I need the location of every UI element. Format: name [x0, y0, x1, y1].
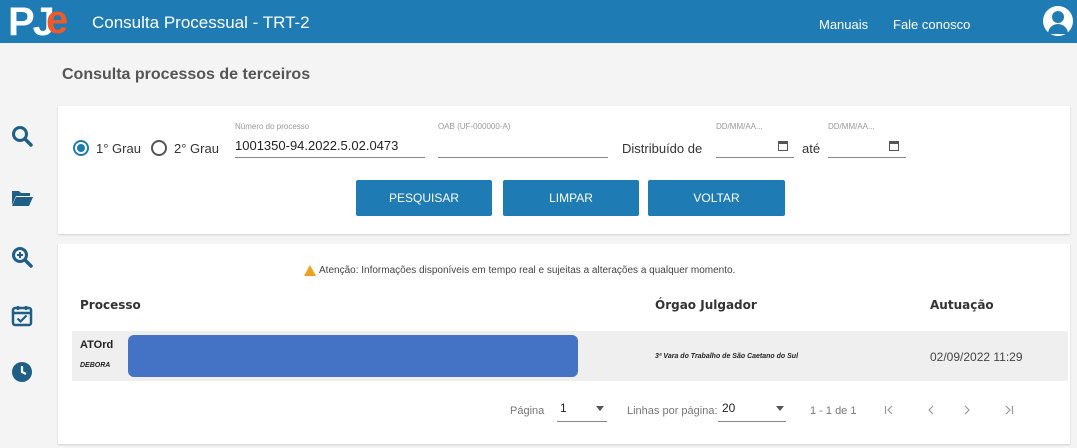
- date-from-input[interactable]: [716, 157, 794, 158]
- oab-input[interactable]: [438, 157, 608, 158]
- pesquisar-button[interactable]: PESQUISAR: [356, 180, 492, 216]
- page-select[interactable]: 1: [560, 401, 567, 415]
- warning-icon: [304, 265, 316, 276]
- ate-label: até: [802, 141, 821, 156]
- top-bar: PJ e Consulta Processual - TRT-2 Manuais…: [0, 0, 1077, 44]
- calendar-icon[interactable]: [778, 141, 788, 151]
- rows-per-page-select[interactable]: 20: [722, 401, 735, 415]
- user-avatar-icon[interactable]: [1043, 6, 1073, 36]
- date-to-caption: DD/MM/AA...: [828, 122, 875, 131]
- page-select-underline: [557, 421, 607, 422]
- pje-logo[interactable]: PJ e: [8, 0, 70, 44]
- row-autuacao: 02/09/2022 11:29: [930, 350, 1023, 364]
- limpar-button[interactable]: LIMPAR: [503, 180, 639, 216]
- column-header-autuacao[interactable]: Autuação: [930, 298, 994, 312]
- row-orgao-julgador: 3ª Vara do Trabalho de São Caetano do Su…: [655, 353, 799, 360]
- radio-1-grau-label[interactable]: 1° Grau: [96, 141, 141, 156]
- column-header-processo[interactable]: Processo: [80, 298, 141, 312]
- radio-2-grau[interactable]: [151, 140, 167, 156]
- processo-field-caption: Número do processo: [235, 122, 310, 131]
- processo-number-input[interactable]: 1001350-94.2022.5.02.0473: [235, 138, 398, 153]
- app-title: Consulta Processual - TRT-2: [92, 13, 310, 32]
- folder-open-icon[interactable]: [10, 186, 34, 210]
- radio-2-grau-label[interactable]: 2° Grau: [174, 141, 219, 156]
- calendar-icon[interactable]: [889, 141, 899, 151]
- page-label: Página: [510, 405, 545, 417]
- page-title: Consulta processos de terceiros: [62, 66, 311, 83]
- search-icon[interactable]: [10, 124, 34, 148]
- row-classe[interactable]: ATOrd: [80, 339, 113, 351]
- link-manuais[interactable]: Manuais: [819, 17, 868, 32]
- chevron-down-icon[interactable]: [596, 406, 604, 411]
- previous-page-icon[interactable]: [926, 405, 936, 415]
- pagination-range: 1 - 1 de 1: [810, 405, 857, 417]
- processo-field-underline: [235, 157, 425, 158]
- zoom-in-icon[interactable]: [10, 245, 34, 269]
- calendar-check-icon[interactable]: [10, 304, 34, 328]
- last-page-icon[interactable]: [1004, 405, 1014, 415]
- column-header-orgao-julgador[interactable]: Órgao Julgador: [655, 298, 757, 312]
- date-from-caption: DD/MM/AA...: [716, 122, 763, 131]
- rows-per-page-label: Linhas por página:: [627, 405, 718, 417]
- radio-1-grau[interactable]: [73, 140, 89, 156]
- voltar-button[interactable]: VOLTAR: [648, 180, 785, 216]
- row-parte: DEBORA: [80, 362, 111, 369]
- next-page-icon[interactable]: [962, 405, 972, 415]
- first-page-icon[interactable]: [884, 405, 894, 415]
- redaction-box: [128, 335, 578, 377]
- oab-field-caption: OAB (UF-000000-A): [438, 122, 511, 131]
- clock-icon[interactable]: [10, 360, 34, 384]
- logo-text-e: e: [46, 0, 69, 42]
- link-fale-conosco[interactable]: Fale conosco: [893, 17, 970, 32]
- distribuido-de-label: Distribuído de: [622, 141, 703, 156]
- chevron-down-icon[interactable]: [776, 406, 784, 411]
- date-to-input[interactable]: [828, 157, 906, 158]
- rows-select-underline: [718, 421, 786, 422]
- warning-message: Atenção: Informações disponíveis em temp…: [319, 265, 736, 276]
